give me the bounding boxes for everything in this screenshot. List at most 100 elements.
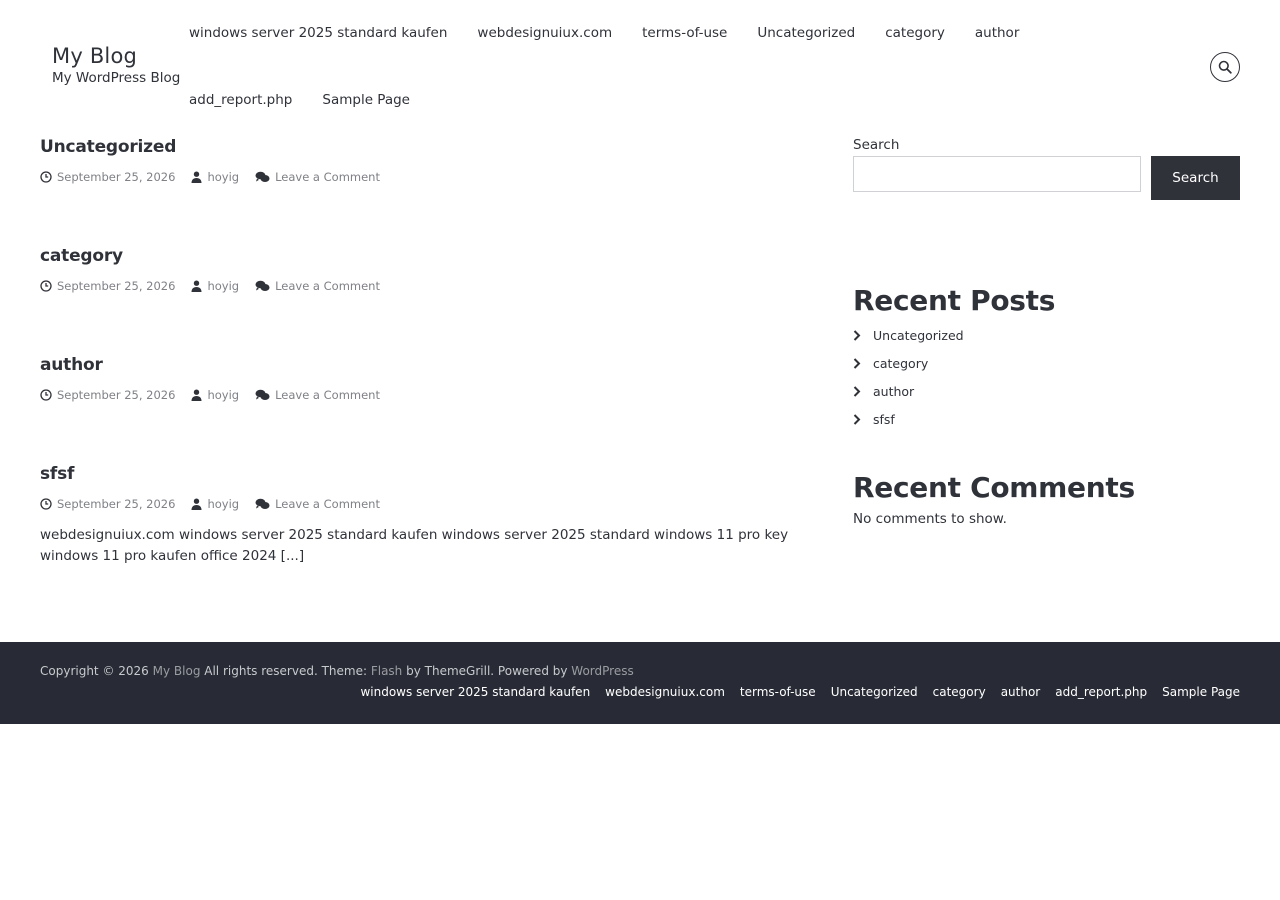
footer-nav-item[interactable]: Sample Page	[1162, 685, 1240, 699]
post-date[interactable]: September 25, 2026	[40, 279, 175, 293]
post-title[interactable]: author	[40, 354, 820, 376]
recent-posts-title: Recent Posts	[853, 284, 1056, 317]
copyright-rights: All rights reserved. Theme:	[204, 664, 368, 678]
chevron-right-icon	[853, 413, 873, 425]
recent-comments-widget: Recent Comments No comments to show.	[853, 471, 1135, 527]
post-comments-link[interactable]: Leave a Comment	[255, 388, 380, 402]
post-date-text: September 25, 2026	[57, 497, 176, 511]
sidebar: Search Search Recent Posts Uncategorized…	[853, 134, 1240, 527]
post-date-text: September 25, 2026	[57, 388, 176, 402]
comments-icon	[255, 280, 270, 291]
footer-nav-item[interactable]: Uncategorized	[831, 685, 918, 699]
post-author[interactable]: hoyig	[191, 279, 239, 293]
nav-item-author[interactable]: author	[975, 25, 1020, 41]
recent-post-link[interactable]: author	[873, 384, 914, 399]
footer-site-link[interactable]: My Blog	[153, 664, 201, 678]
footer-nav-item[interactable]: add_report.php	[1055, 685, 1147, 699]
post-author-text: hoyig	[207, 170, 240, 184]
search-icon	[1218, 60, 1232, 74]
post-comments-text: Leave a Comment	[275, 388, 380, 402]
clock-icon	[40, 280, 52, 292]
nav-item-add-report[interactable]: add_report.php	[189, 92, 292, 108]
clock-icon	[40, 498, 52, 510]
footer-theme-link[interactable]: Flash	[371, 664, 402, 678]
post-date[interactable]: September 25, 2026	[40, 388, 175, 402]
post-meta: September 25, 2026 hoyig Leave a Comment	[40, 170, 820, 184]
post-comments-link[interactable]: Leave a Comment	[255, 497, 380, 511]
chevron-right-icon	[853, 385, 873, 397]
post-title[interactable]: category	[40, 245, 820, 267]
footer-nav-item[interactable]: webdesignuiux.com	[605, 685, 725, 699]
footer-nav-item[interactable]: category	[933, 685, 986, 699]
post-author[interactable]: hoyig	[191, 497, 239, 511]
nav-item-terms-of-use[interactable]: terms-of-use	[642, 25, 727, 41]
recent-posts-list: Uncategorized category author sfsf	[853, 321, 1055, 433]
site-title[interactable]: My Blog	[52, 42, 180, 70]
post-author[interactable]: hoyig	[191, 170, 239, 184]
recent-post-link[interactable]: category	[873, 356, 928, 371]
post-author-text: hoyig	[207, 279, 240, 293]
post-comments-text: Leave a Comment	[275, 170, 380, 184]
clock-icon	[40, 389, 52, 401]
copyright-prefix: Copyright © 2026	[40, 664, 149, 678]
recent-post-item[interactable]: sfsf	[853, 405, 1055, 433]
post-author[interactable]: hoyig	[191, 388, 239, 402]
post-date[interactable]: September 25, 2026	[40, 497, 175, 511]
post-meta: September 25, 2026 hoyig Leave a Comment	[40, 279, 820, 293]
nav-item-windows-server[interactable]: windows server 2025 standard kaufen	[189, 25, 447, 41]
recent-post-item[interactable]: author	[853, 377, 1055, 405]
post-comments-text: Leave a Comment	[275, 497, 380, 511]
site-description: My WordPress Blog	[52, 70, 181, 86]
recent-post-item[interactable]: category	[853, 349, 1055, 377]
nav-item-uncategorized[interactable]: Uncategorized	[757, 25, 855, 41]
post-article: author September 25, 2026 hoyig Leave a …	[40, 354, 820, 402]
post-article: Uncategorized September 25, 2026 hoyig L…	[40, 136, 820, 184]
post-meta: September 25, 2026 hoyig Leave a Comment	[40, 497, 820, 511]
nav-row-2: add_report.php Sample Page	[189, 87, 1089, 113]
site-header: My Blog My WordPress Blog windows server…	[0, 0, 1280, 130]
footer-nav-item[interactable]: windows server 2025 standard kaufen	[360, 685, 590, 699]
user-icon	[191, 171, 202, 183]
search-input[interactable]	[853, 156, 1141, 192]
chevron-right-icon	[853, 357, 873, 369]
recent-post-link[interactable]: Uncategorized	[873, 328, 964, 343]
nav-item-webdesignuiux[interactable]: webdesignuiux.com	[477, 25, 612, 41]
post-date[interactable]: September 25, 2026	[40, 170, 175, 184]
comments-icon	[255, 389, 270, 400]
post-title[interactable]: sfsf	[40, 463, 820, 485]
footer-nav-item[interactable]: terms-of-use	[740, 685, 816, 699]
post-meta: September 25, 2026 hoyig Leave a Comment	[40, 388, 820, 402]
footer-wordpress-link[interactable]: WordPress	[571, 664, 633, 678]
post-article: sfsf September 25, 2026 hoyig Leave a Co…	[40, 463, 820, 567]
main-navigation: windows server 2025 standard kaufen webd…	[189, 20, 1089, 113]
post-title[interactable]: Uncategorized	[40, 136, 820, 158]
post-comments-link[interactable]: Leave a Comment	[255, 279, 380, 293]
comments-icon	[255, 171, 270, 182]
user-icon	[191, 280, 202, 292]
post-excerpt: webdesignuiux.com windows server 2025 st…	[40, 527, 789, 564]
copyright: Copyright © 2026 My Blog All rights rese…	[40, 664, 634, 678]
post-author-text: hoyig	[207, 388, 240, 402]
site-footer: Copyright © 2026 My Blog All rights rese…	[0, 642, 1280, 724]
nav-item-sample-page[interactable]: Sample Page	[322, 92, 410, 108]
post-comments-link[interactable]: Leave a Comment	[255, 170, 380, 184]
post-author-text: hoyig	[207, 497, 240, 511]
footer-nav-item[interactable]: author	[1001, 685, 1041, 699]
recent-post-link[interactable]: sfsf	[873, 412, 895, 427]
copyright-by: by ThemeGrill. Powered by	[406, 664, 568, 678]
post-date-text: September 25, 2026	[57, 170, 176, 184]
search-button[interactable]: Search	[1151, 156, 1240, 200]
search-form: Search	[853, 156, 1240, 200]
header-search-button[interactable]	[1210, 52, 1240, 82]
recent-post-item[interactable]: Uncategorized	[853, 321, 1055, 349]
site-branding: My Blog My WordPress Blog	[52, 42, 180, 87]
comments-icon	[255, 498, 270, 509]
footer-navigation: windows server 2025 standard kaufen webd…	[345, 685, 1240, 699]
nav-item-category[interactable]: category	[885, 25, 945, 41]
recent-posts-widget: Recent Posts Uncategorized category auth…	[853, 284, 1055, 433]
no-comments-text: No comments to show.	[853, 511, 1007, 527]
search-widget: Search Search	[853, 134, 1240, 200]
search-label: Search	[853, 137, 900, 153]
post-date-text: September 25, 2026	[57, 279, 176, 293]
post-comments-text: Leave a Comment	[275, 279, 380, 293]
